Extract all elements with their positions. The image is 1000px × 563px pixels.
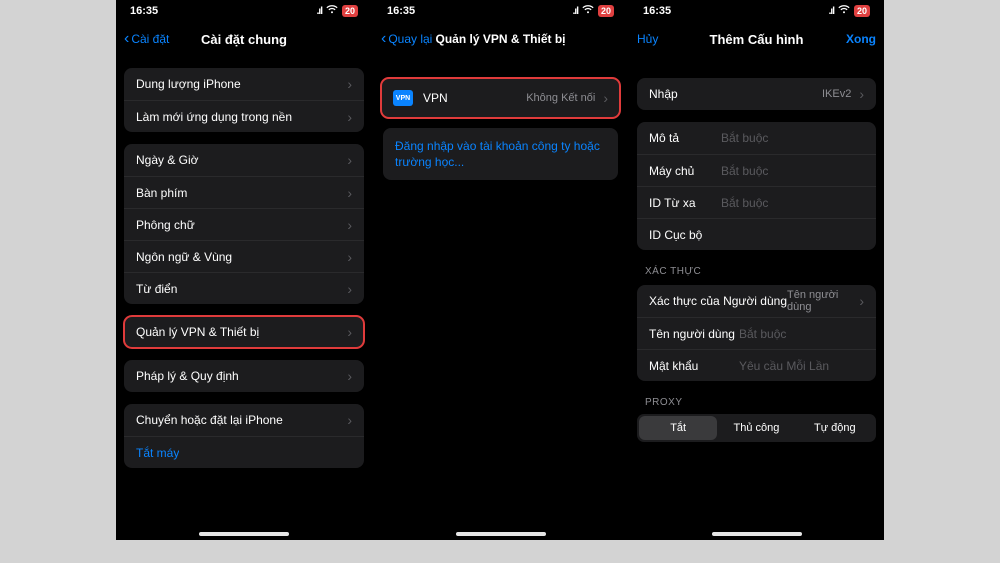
chevron-right-icon: › [347, 110, 352, 124]
chevron-right-icon: › [347, 218, 352, 232]
home-indicator[interactable] [712, 532, 802, 536]
signin-work-school-link[interactable]: Đăng nhập vào tài khoản công ty hoặc trư… [383, 128, 618, 180]
section-header-proxy: PROXY [645, 397, 868, 408]
proxy-segmented-control[interactable]: Tắt Thủ công Tự động [637, 414, 876, 442]
back-label: Quay lại [388, 32, 432, 46]
screen-add-configuration: 16:35 20 Hủy Thêm Cấu hình Xong Nhập IKE… [628, 0, 884, 540]
row-date-time[interactable]: Ngày & Giờ › [124, 144, 364, 176]
row-legal[interactable]: Pháp lý & Quy định › [124, 360, 364, 392]
back-label: Cài đặt [131, 32, 169, 46]
status-time: 16:35 [643, 5, 671, 17]
chevron-right-icon: › [347, 250, 352, 264]
back-button[interactable]: ‹ Quay lại [381, 31, 432, 47]
row-type[interactable]: Nhập IKEv2 › [637, 78, 876, 110]
auth-value: Tên người dùng [787, 289, 859, 313]
status-bar: 16:35 20 [629, 0, 884, 22]
chevron-right-icon: › [347, 413, 352, 427]
field-local-id[interactable]: ID Cục bộ [637, 218, 876, 250]
field-username[interactable]: Tên người dùng Bắt buộc [637, 317, 876, 349]
vpn-icon: VPN [393, 90, 413, 106]
chevron-right-icon: › [347, 186, 352, 200]
proxy-option-auto[interactable]: Tự động [796, 416, 874, 440]
chevron-right-icon: › [347, 282, 352, 296]
cellular-icon [573, 5, 578, 17]
nav-bar: ‹ Cài đặt Cài đặt chung [116, 22, 372, 56]
row-dictionary[interactable]: Từ điển › [124, 272, 364, 304]
cellular-icon [829, 5, 834, 17]
chevron-right-icon: › [347, 369, 352, 383]
wifi-icon [582, 5, 594, 17]
wifi-icon [838, 5, 850, 17]
group-vpn-device: Quản lý VPN & Thiết bị › [124, 316, 364, 348]
status-bar: 16:35 20 [373, 0, 628, 22]
cellular-icon [317, 5, 322, 17]
row-language-region[interactable]: Ngôn ngữ & Vùng › [124, 240, 364, 272]
chevron-right-icon: › [603, 91, 608, 105]
group-server-fields: Mô tả Bắt buộc Máy chủ Bắt buộc ID Từ xa… [637, 122, 876, 250]
battery-badge: 20 [598, 5, 614, 17]
status-indicators: 20 [317, 5, 358, 17]
chevron-left-icon: ‹ [124, 31, 129, 47]
home-indicator[interactable] [456, 532, 546, 536]
field-server[interactable]: Máy chủ Bắt buộc [637, 154, 876, 186]
row-user-auth[interactable]: Xác thực của Người dùng Tên người dùng › [637, 285, 876, 317]
home-indicator[interactable] [199, 532, 289, 536]
group-vpn: VPN VPN Không Kết nối › [381, 78, 620, 118]
chevron-right-icon: › [859, 294, 864, 308]
status-indicators: 20 [573, 5, 614, 17]
screen-vpn-device-management: 16:35 20 ‹ Quay lại Quản lý VPN & Thiết … [372, 0, 628, 540]
field-description[interactable]: Mô tả Bắt buộc [637, 122, 876, 154]
group-reset: Chuyển hoặc đặt lại iPhone › Tắt máy [124, 404, 364, 468]
chevron-right-icon: › [347, 325, 352, 339]
chevron-left-icon: ‹ [381, 31, 386, 47]
battery-badge: 20 [854, 5, 870, 17]
nav-bar: Hủy Thêm Cấu hình Xong [629, 22, 884, 56]
section-header-auth: XÁC THỰC [645, 266, 868, 277]
field-remote-id[interactable]: ID Từ xa Bắt buộc [637, 186, 876, 218]
row-fonts[interactable]: Phông chữ › [124, 208, 364, 240]
group-auth: Xác thực của Người dùng Tên người dùng ›… [637, 285, 876, 381]
chevron-right-icon: › [347, 77, 352, 91]
row-transfer-reset[interactable]: Chuyển hoặc đặt lại iPhone › [124, 404, 364, 436]
nav-bar: ‹ Quay lại Quản lý VPN & Thiết bị [373, 22, 628, 56]
status-indicators: 20 [829, 5, 870, 17]
row-shutdown[interactable]: Tắt máy [124, 436, 364, 468]
row-vpn-device-management[interactable]: Quản lý VPN & Thiết bị › [124, 316, 364, 348]
vpn-status: Không Kết nối [526, 92, 603, 104]
chevron-right-icon: › [347, 153, 352, 167]
row-vpn[interactable]: VPN VPN Không Kết nối › [381, 78, 620, 118]
row-keyboard[interactable]: Bàn phím › [124, 176, 364, 208]
wifi-icon [326, 5, 338, 17]
chevron-right-icon: › [859, 87, 864, 101]
back-button[interactable]: ‹ Cài đặt [124, 31, 169, 47]
group-region: Ngày & Giờ › Bàn phím › Phông chữ › Ngôn… [124, 144, 364, 304]
row-iphone-storage[interactable]: Dung lượng iPhone › [124, 68, 364, 100]
group-legal: Pháp lý & Quy định › [124, 360, 364, 392]
cancel-button[interactable]: Hủy [637, 32, 658, 46]
type-value: IKEv2 [822, 88, 859, 100]
proxy-option-off[interactable]: Tắt [639, 416, 717, 440]
field-password[interactable]: Mật khẩu Yêu cầu Mỗi Lần [637, 349, 876, 381]
row-background-refresh[interactable]: Làm mới ứng dụng trong nền › [124, 100, 364, 132]
status-time: 16:35 [387, 5, 415, 17]
done-button[interactable]: Xong [846, 32, 876, 46]
group-storage: Dung lượng iPhone › Làm mới ứng dụng tro… [124, 68, 364, 132]
status-time: 16:35 [130, 5, 158, 17]
battery-badge: 20 [342, 5, 358, 17]
group-type: Nhập IKEv2 › [637, 78, 876, 110]
screen-general-settings: 16:35 20 ‹ Cài đặt Cài đặt chung [116, 0, 372, 540]
proxy-option-manual[interactable]: Thủ công [717, 416, 795, 440]
status-bar: 16:35 20 [116, 0, 372, 22]
